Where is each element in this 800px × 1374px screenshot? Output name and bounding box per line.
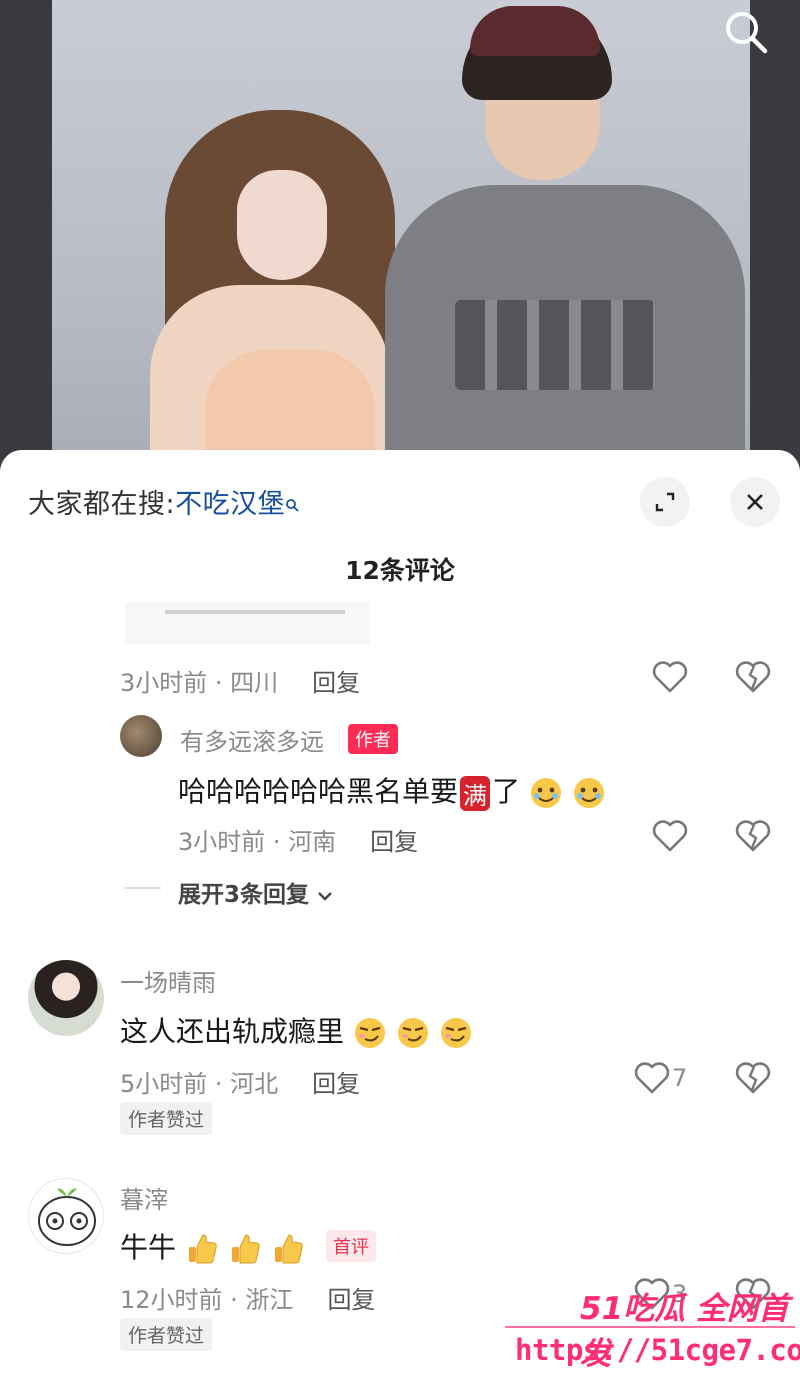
- smirk-emoji: [353, 1016, 387, 1050]
- comment-text: 这人还出轨成瘾里: [120, 1010, 473, 1050]
- comment-text-content: 这人还出轨成瘾里: [120, 1015, 345, 1048]
- smirk-emoji: [439, 1016, 473, 1050]
- reply-text-part: 了: [492, 775, 521, 808]
- comment-sheet: 大家都在搜:不吃汉堡 12条评论 3小时前 · 四川 回复 有多远滚多远 作者 哈…: [0, 450, 800, 1374]
- comment-text-content: 牛牛: [120, 1231, 177, 1264]
- like-icon[interactable]: [652, 819, 688, 857]
- dislike-icon[interactable]: [735, 660, 771, 698]
- thumbs-up-emoji: [228, 1232, 262, 1266]
- laughing-tears-emoji: [529, 776, 563, 810]
- hot-search-prefix: 大家都在搜:: [28, 489, 176, 520]
- first-comment-tag: 首评: [326, 1230, 376, 1262]
- full-badge-emoji: 满: [460, 775, 491, 811]
- search-icon[interactable]: [722, 8, 770, 56]
- dislike-icon[interactable]: [735, 1061, 771, 1099]
- collapsed-comment-placeholder: [125, 602, 370, 644]
- reply-text-part: 哈哈哈哈哈哈黑名单要: [178, 775, 459, 808]
- thumbs-up-emoji: [271, 1232, 305, 1266]
- comment-time-location: 12小时前 · 浙江: [120, 1286, 294, 1314]
- comment-username[interactable]: 一场晴雨: [120, 963, 216, 998]
- comment-username[interactable]: 暮滓: [120, 1180, 168, 1215]
- author-liked-badge: 作者赞过: [120, 1102, 213, 1135]
- author-tag: 作者: [348, 724, 398, 754]
- reply-button[interactable]: 回复: [370, 828, 418, 856]
- close-icon: [747, 494, 763, 510]
- avatar[interactable]: [28, 960, 104, 1036]
- reply-button[interactable]: 回复: [312, 669, 360, 697]
- like-icon[interactable]: [652, 660, 688, 698]
- like-count: 7: [672, 1064, 688, 1092]
- close-button[interactable]: [730, 477, 780, 527]
- comment-meta: 3小时前 · 四川 回复: [120, 663, 360, 698]
- expand-replies-button[interactable]: 展开3条回复: [178, 875, 333, 909]
- smirk-emoji: [396, 1016, 430, 1050]
- author-liked-badge: 作者赞过: [120, 1318, 213, 1351]
- expand-replies-label: 展开3条回复: [178, 882, 310, 908]
- comment-time-location: 3小时前 · 四川: [120, 669, 279, 697]
- expand-button[interactable]: [640, 477, 690, 527]
- like-icon[interactable]: [634, 1061, 670, 1099]
- laughing-tears-emoji: [572, 776, 606, 810]
- avatar[interactable]: [120, 715, 162, 757]
- reply-meta: 3小时前 · 河南 回复: [178, 822, 418, 857]
- comment-count-title: 12条评论: [345, 556, 455, 585]
- thumbs-up-emoji: [185, 1232, 219, 1266]
- woman-face: [237, 170, 327, 280]
- reply-text: 哈哈哈哈哈哈黑名单要满了: [178, 770, 606, 811]
- hot-search-bar[interactable]: 大家都在搜:不吃汉堡: [28, 482, 299, 521]
- shirt-print: [455, 300, 655, 390]
- video-cover-photo[interactable]: [0, 0, 800, 470]
- watermark-divider: [505, 1326, 795, 1328]
- comment-meta: 5小时前 · 河北 回复: [120, 1064, 360, 1099]
- dislike-icon[interactable]: [735, 819, 771, 857]
- comment-text: 牛牛: [120, 1226, 305, 1266]
- expand-icon: [655, 492, 675, 512]
- small-search-icon: [285, 488, 299, 512]
- watermark-url: https://51cge7.com: [515, 1333, 800, 1367]
- reply-button[interactable]: 回复: [327, 1286, 375, 1314]
- comment-meta: 12小时前 · 浙江 回复: [120, 1280, 375, 1315]
- divider: [125, 887, 161, 889]
- chevron-down-icon: [318, 892, 332, 901]
- comment-time-location: 5小时前 · 河北: [120, 1070, 279, 1098]
- cartoon-avatar-icon: [38, 1188, 96, 1246]
- reply-button[interactable]: 回复: [312, 1070, 360, 1098]
- hot-search-keyword[interactable]: 不吃汉堡: [175, 489, 285, 520]
- man-cap: [470, 6, 600, 56]
- reply-time-location: 3小时前 · 河南: [178, 828, 337, 856]
- reply-username[interactable]: 有多远滚多远: [180, 722, 324, 757]
- avatar[interactable]: [28, 1178, 104, 1254]
